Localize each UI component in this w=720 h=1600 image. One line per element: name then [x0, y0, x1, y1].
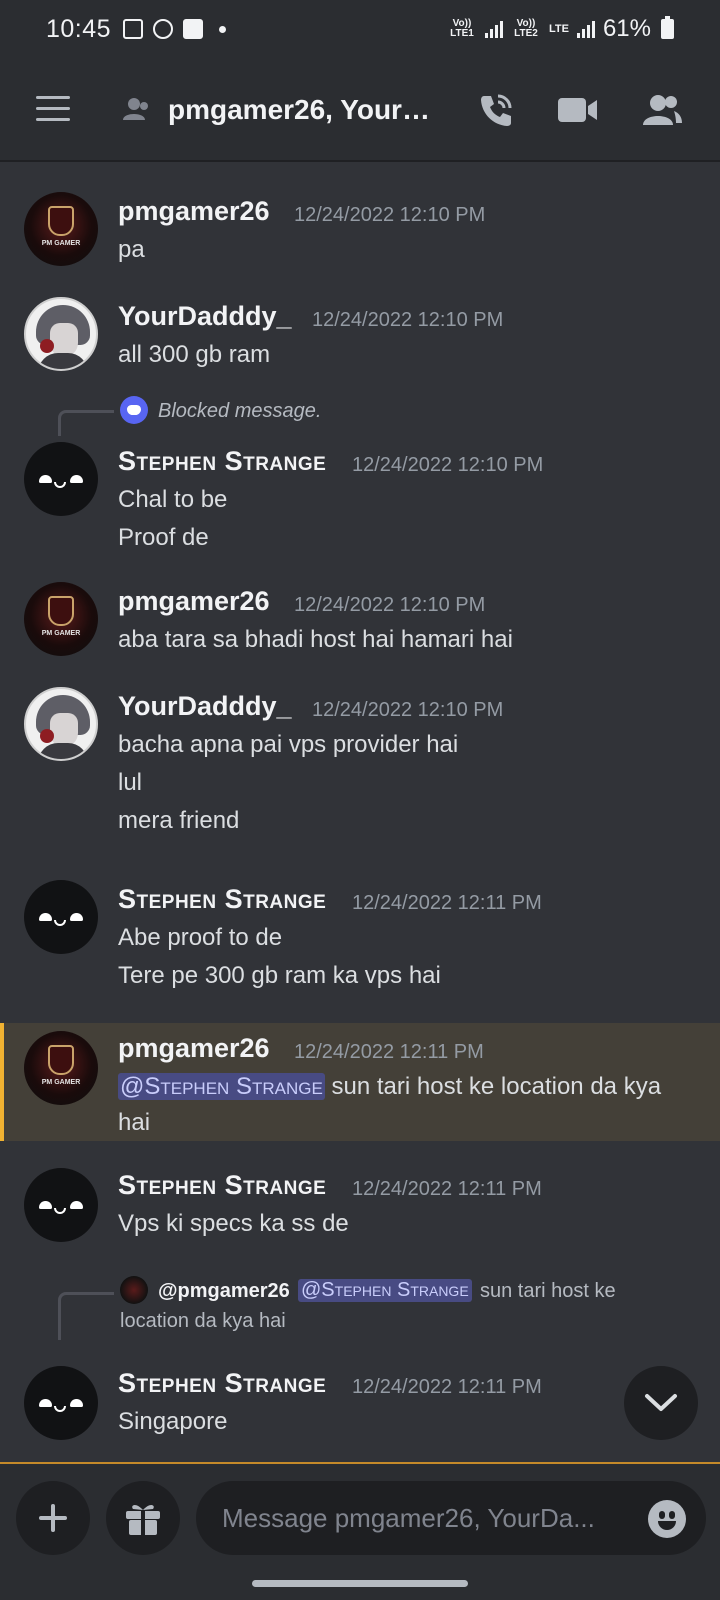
- avatar[interactable]: PM GAMER: [24, 192, 98, 266]
- avatar[interactable]: [24, 297, 98, 371]
- status-indicators: Vo)) LTE1 Vo)) LTE2 LTE 61%: [447, 15, 674, 43]
- message-timestamp: 12/24/2022 12:10 PM: [294, 594, 486, 616]
- message-text: Singapore: [118, 1408, 228, 1435]
- reply-spine: [58, 410, 114, 436]
- jump-to-present-button[interactable]: [624, 1366, 698, 1440]
- call-icon: [481, 94, 512, 126]
- reply-preview-text[interactable]: sun tari host ke: [480, 1280, 616, 1303]
- message-timestamp: 12/24/2022 12:10 PM: [312, 309, 504, 331]
- message-text: mera friend: [118, 807, 240, 834]
- system-nav-bar: [0, 1572, 720, 1600]
- reply-spine: [58, 1292, 114, 1340]
- avatar[interactable]: [24, 442, 98, 516]
- reply-avatar[interactable]: [120, 1276, 148, 1304]
- message-timestamp: 12/24/2022 12:11 PM: [352, 1178, 542, 1200]
- avatar[interactable]: [24, 1366, 98, 1440]
- emoji-icon[interactable]: [648, 1500, 686, 1538]
- message-author[interactable]: Stephen Strange: [118, 446, 326, 477]
- message-text: @Stephen Strange sun tari host ke locati…: [118, 1073, 661, 1101]
- check-notification-icon: [183, 19, 204, 39]
- message-author[interactable]: pmgamer26: [118, 196, 270, 227]
- message-timestamp: 12/24/2022 12:10 PM: [352, 454, 544, 476]
- battery-percent: 61%: [602, 15, 651, 42]
- dm-group-icon: [123, 98, 148, 120]
- lte-label: LTE: [548, 23, 569, 35]
- gift-icon: [126, 1504, 160, 1535]
- status-time: 10:45: [46, 14, 112, 43]
- chevron-down-icon: [645, 1394, 677, 1411]
- menu-icon[interactable]: [36, 96, 70, 122]
- message-text: Vps ki specs ka ss de: [118, 1210, 349, 1237]
- message-text: bacha apna pai vps provider hai: [118, 731, 459, 758]
- members-button[interactable]: [640, 88, 684, 132]
- more-notifications-dot-icon: [219, 25, 227, 33]
- video-call-button[interactable]: [556, 88, 600, 132]
- message-author[interactable]: YourDadddy_: [118, 301, 292, 332]
- message-timestamp: 12/24/2022 12:11 PM: [294, 1041, 484, 1063]
- reply-author[interactable]: @pmgamer26: [158, 1280, 290, 1303]
- message-timestamp: 12/24/2022 12:10 PM: [294, 204, 486, 226]
- message-text: pa: [118, 236, 145, 263]
- sim1-label: Vo)) LTE1: [450, 18, 474, 39]
- avatar[interactable]: [24, 687, 98, 761]
- plus-icon: [39, 1504, 67, 1532]
- message-author[interactable]: pmgamer26: [118, 1033, 270, 1064]
- message-author[interactable]: YourDadddy_: [118, 691, 292, 722]
- sim2-signal-icon: [576, 20, 595, 38]
- blocked-message-label[interactable]: Blocked message.: [158, 400, 321, 423]
- message-text-part: sun tari host ke location da kya: [331, 1073, 662, 1100]
- sim1-signal-icon: [484, 20, 503, 38]
- message-author[interactable]: Stephen Strange: [118, 1170, 326, 1201]
- message-text: hai: [118, 1109, 151, 1136]
- battery-icon: [661, 16, 674, 39]
- message-timestamp: 12/24/2022 12:10 PM: [312, 699, 504, 721]
- message-author[interactable]: pmgamer26: [118, 586, 270, 617]
- message-text: Abe proof to de: [118, 924, 283, 951]
- channel-title[interactable]: pmgamer26, YourD...: [168, 94, 444, 126]
- message-text: Proof de: [118, 524, 209, 551]
- message-text: lul: [118, 769, 143, 796]
- gift-button[interactable]: [106, 1481, 180, 1555]
- message-timestamp: 12/24/2022 12:11 PM: [352, 1376, 542, 1398]
- channel-header: pmgamer26, YourD...: [0, 58, 720, 162]
- vpn-notification-icon: [153, 19, 174, 39]
- discord-icon: [120, 396, 148, 424]
- video-icon: [558, 98, 597, 122]
- message-text: Chal to be: [118, 486, 228, 513]
- gallery-notification-icon: [123, 19, 144, 39]
- message-author[interactable]: Stephen Strange: [118, 1368, 326, 1399]
- avatar[interactable]: PM GAMER: [24, 582, 98, 656]
- mention-accent-bar: [0, 1023, 4, 1141]
- message-text: all 300 gb ram: [118, 341, 271, 368]
- avatar[interactable]: PM GAMER: [24, 1031, 98, 1105]
- add-attachment-button[interactable]: [16, 1481, 90, 1555]
- members-icon: [643, 95, 682, 125]
- message-text: aba tara sa bhadi host hai hamari hai: [118, 626, 513, 653]
- avatar[interactable]: [24, 880, 98, 954]
- message-composer: [0, 1462, 720, 1572]
- call-button[interactable]: [474, 88, 518, 132]
- avatar[interactable]: [24, 1168, 98, 1242]
- message-input[interactable]: [196, 1481, 706, 1555]
- home-gesture-handle[interactable]: [252, 1580, 468, 1587]
- message-timestamp: 12/24/2022 12:11 PM: [352, 892, 542, 914]
- message-author[interactable]: Stephen Strange: [118, 884, 326, 915]
- message-list[interactable]: PM GAMER pmgamer26 12/24/2022 12:10 PM p…: [0, 162, 720, 1462]
- sim2-label: Vo)) LTE2: [514, 18, 538, 39]
- notification-icons: [123, 19, 227, 39]
- message-text: Tere pe 300 gb ram ka vps hai: [118, 962, 441, 989]
- status-bar: 10:45 Vo)) LTE1 Vo)) LTE2 LTE 61%: [0, 0, 720, 58]
- user-mention[interactable]: @Stephen Strange: [118, 1073, 325, 1100]
- reply-preview-text[interactable]: location da kya hai: [120, 1310, 286, 1333]
- reply-user-mention[interactable]: @Stephen Strange: [298, 1279, 472, 1302]
